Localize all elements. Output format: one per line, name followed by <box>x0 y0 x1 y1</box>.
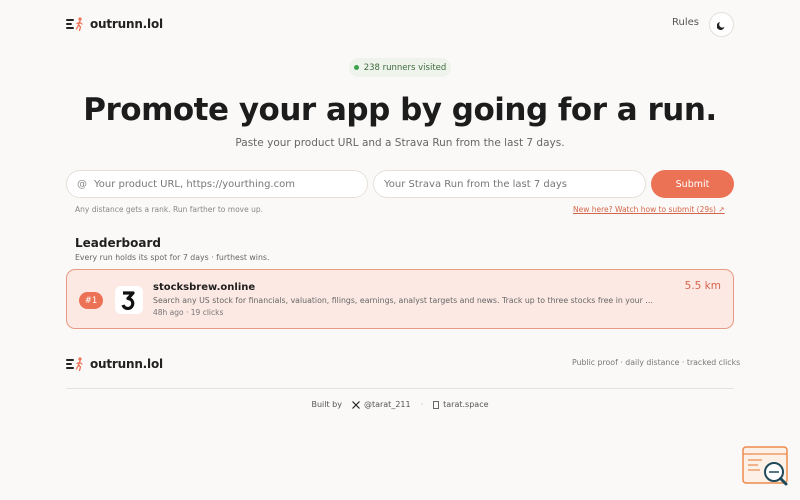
site-link[interactable]: tarat.space <box>433 400 489 409</box>
footer-tagline: Public proof · daily distance · tracked … <box>572 358 741 367</box>
submit-button[interactable]: Submit <box>651 170 734 198</box>
visitors-count: 238 runners visited <box>363 62 447 73</box>
form-hint: Any distance gets a rank. Run farther to… <box>75 205 264 214</box>
x-logo-icon <box>352 400 360 409</box>
x-handle: @tarat_211 <box>363 400 411 409</box>
built-by-label: Built by <box>311 400 342 409</box>
hero-title: Promote your app by going for a run. <box>83 92 717 128</box>
hero-subtitle: Paste your product URL and a Strava Run … <box>235 137 565 149</box>
footer-brand-logo[interactable]: outrunn.lol <box>66 356 163 372</box>
visitors-badge: 238 runners visited <box>349 58 451 77</box>
leaderboard-title: Leaderboard <box>75 236 161 250</box>
how-to-submit-link[interactable]: New here? Watch how to submit (29s) ↗ <box>573 205 725 214</box>
brand-logo[interactable]: outrunn.lol <box>66 16 163 32</box>
floating-search-widget[interactable] <box>742 446 790 490</box>
app-logo-icon <box>115 286 143 314</box>
link-icon <box>433 400 440 409</box>
theme-toggle-button[interactable] <box>709 12 734 37</box>
footer-brand-name: outrunn.lol <box>90 357 163 371</box>
app-description: Search any US stock for financials, valu… <box>153 296 654 305</box>
site-name: tarat.space <box>443 400 489 409</box>
brand-name: outrunn.lol <box>90 17 163 31</box>
leaderboard-subtitle: Every run holds its spot for 7 days · fu… <box>75 253 270 262</box>
rules-link[interactable]: Rules <box>672 17 699 28</box>
product-url-field[interactable]: @ <box>66 170 368 198</box>
app-meta: 48h ago · 19 clicks <box>153 308 224 317</box>
header: outrunn.lol Rules <box>0 0 800 48</box>
strava-run-input[interactable] <box>384 178 645 190</box>
credits: Built by @tarat_211 · tarat.space <box>311 400 489 409</box>
product-url-input[interactable] <box>94 178 367 190</box>
run-distance: 5.5 km <box>684 280 721 292</box>
app-name[interactable]: stocksbrew.online <box>153 282 255 293</box>
logo-runner-icon <box>66 356 84 372</box>
search-window-icon <box>742 446 788 486</box>
status-dot-icon <box>353 65 359 70</box>
rank-badge: #1 <box>79 292 103 309</box>
x-profile-link[interactable]: @tarat_211 <box>352 400 411 409</box>
at-icon: @ <box>77 178 87 190</box>
footer-divider <box>66 388 734 389</box>
moon-icon <box>716 21 724 30</box>
logo-runner-icon <box>66 16 84 32</box>
strava-run-field[interactable] <box>373 170 646 198</box>
leaderboard-entry[interactable]: #1 stocksbrew.online Search any US stock… <box>66 269 734 329</box>
